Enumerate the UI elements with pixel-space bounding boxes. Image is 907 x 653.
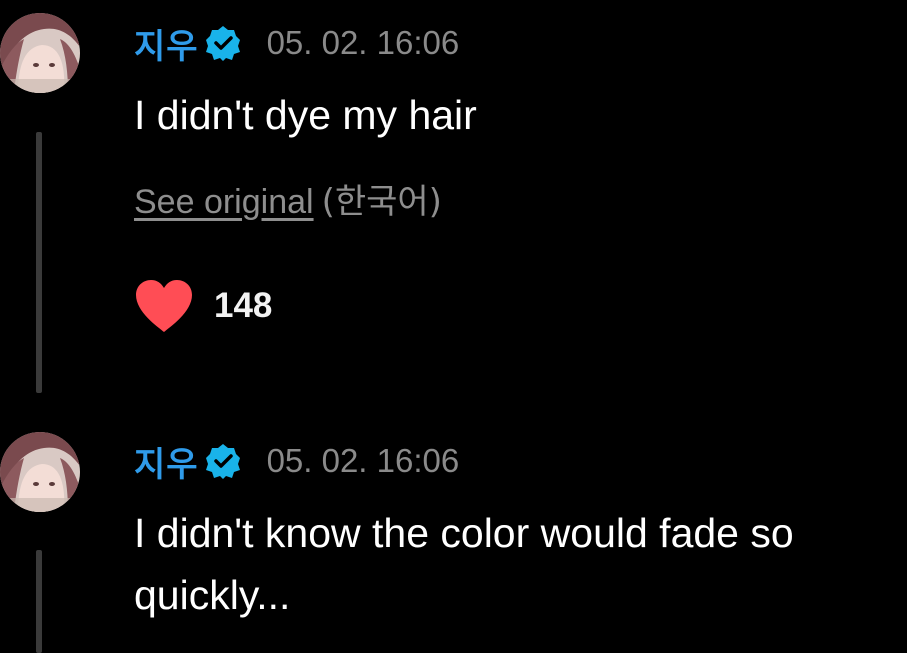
comment-header: 지우 05. 02. 16:06 bbox=[134, 19, 460, 68]
thread-line bbox=[36, 132, 42, 393]
see-original-link[interactable]: See original bbox=[134, 183, 314, 221]
avatar[interactable] bbox=[0, 432, 80, 512]
heart-icon[interactable] bbox=[134, 278, 194, 334]
thread-line bbox=[36, 550, 42, 653]
comment-text: I didn't know the color would fade so qu… bbox=[134, 510, 794, 618]
avatar[interactable] bbox=[0, 13, 80, 93]
verified-badge-icon bbox=[205, 443, 241, 479]
comment-text: I didn't dye my hair bbox=[134, 92, 477, 138]
comment-header: 지우 05. 02. 16:06 bbox=[134, 437, 460, 486]
verified-badge-icon bbox=[205, 25, 241, 61]
timestamp: 05. 02. 16:06 bbox=[266, 442, 460, 479]
like-row: 148 bbox=[134, 276, 272, 336]
like-count: 148 bbox=[214, 286, 273, 325]
translation-row: See original (한국어) bbox=[134, 174, 442, 223]
author-name[interactable]: 지우 bbox=[134, 19, 199, 68]
author-name[interactable]: 지우 bbox=[134, 437, 199, 486]
timestamp: 05. 02. 16:06 bbox=[266, 24, 460, 61]
original-language-label: (한국어) bbox=[321, 182, 442, 222]
